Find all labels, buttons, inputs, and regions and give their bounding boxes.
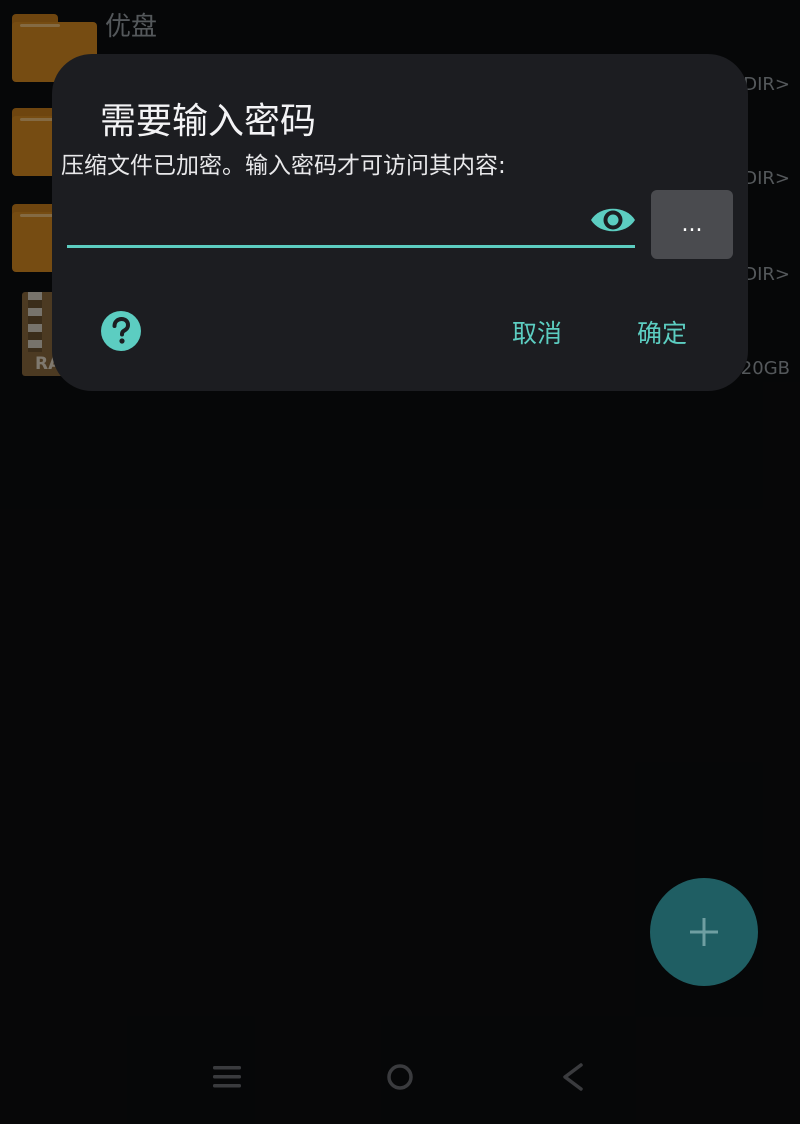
cancel-button[interactable]: 取消	[512, 314, 562, 350]
menu-icon[interactable]	[207, 1060, 247, 1094]
confirm-button[interactable]: 确定	[637, 314, 687, 350]
home-icon[interactable]	[380, 1060, 420, 1094]
password-dialog: 需要输入密码 压缩文件已加密。输入密码才可访问其内容: ... 取消 确定	[52, 54, 748, 391]
back-icon[interactable]	[553, 1060, 593, 1094]
add-button[interactable]	[650, 878, 758, 986]
browse-button[interactable]: ...	[651, 190, 733, 259]
dialog-message: 压缩文件已加密。输入密码才可访问其内容:	[61, 153, 506, 179]
plus-icon	[690, 918, 718, 946]
password-input[interactable]	[67, 197, 635, 248]
dialog-title: 需要输入密码	[100, 101, 317, 142]
eye-icon[interactable]	[588, 200, 638, 240]
help-icon[interactable]	[100, 310, 142, 352]
